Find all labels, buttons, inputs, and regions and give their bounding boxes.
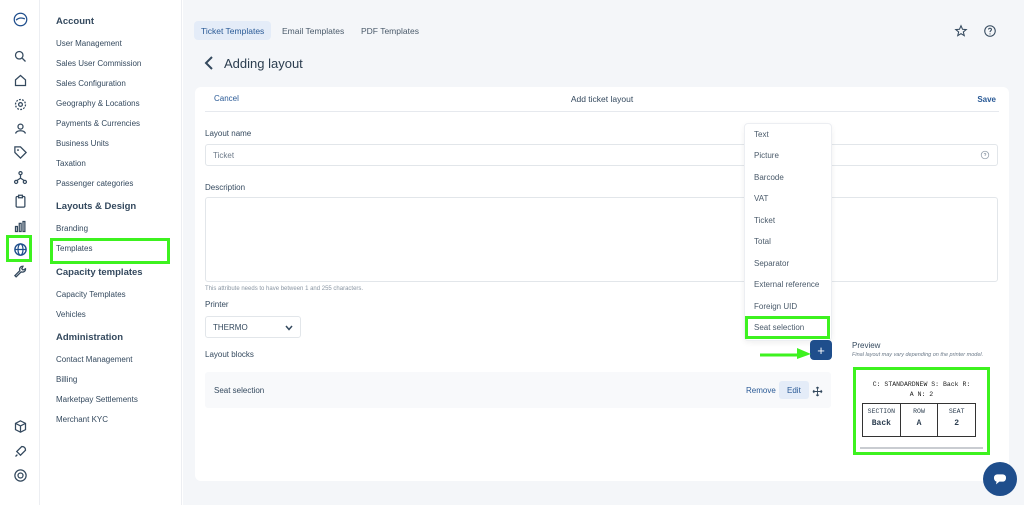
sidebar-item-marketpay[interactable]: Marketpay Settlements bbox=[56, 395, 138, 404]
sidebar-item-contact-management[interactable]: Contact Management bbox=[56, 355, 133, 364]
layout-name-label: Layout name bbox=[205, 129, 252, 138]
menu-item-text[interactable]: Text bbox=[754, 130, 769, 139]
menu-item-total[interactable]: Total bbox=[754, 237, 771, 246]
wrench-icon[interactable] bbox=[9, 261, 31, 283]
section-layouts: Layouts & Design bbox=[56, 201, 137, 212]
network-icon[interactable] bbox=[9, 166, 31, 188]
menu-item-separator[interactable]: Separator bbox=[754, 259, 789, 268]
ticket-preview: C: STANDARDNEW S: Back R: A N: 2 SECTION… bbox=[853, 367, 990, 455]
description-hint: This attribute needs to have between 1 a… bbox=[205, 286, 364, 292]
layout-name-input[interactable]: Ticket bbox=[205, 144, 998, 166]
layout-blocks-label: Layout blocks bbox=[205, 350, 254, 359]
description-label: Description bbox=[205, 183, 246, 192]
preview-header: ROW bbox=[913, 408, 925, 415]
preview-header: SECTION bbox=[867, 408, 895, 415]
preview-line-1: C: STANDARDNEW S: Back R: bbox=[872, 381, 971, 388]
section-capacity: Capacity templates bbox=[56, 267, 143, 278]
preview-separator bbox=[860, 447, 983, 449]
preview-line-2: A N: 2 bbox=[909, 391, 934, 398]
preview-value: A bbox=[916, 419, 922, 428]
printer-select[interactable]: THERMO bbox=[205, 316, 301, 338]
sidebar-item-merchant-kyc[interactable]: Merchant KYC bbox=[56, 415, 108, 424]
sidebar-item-sales-user-commission[interactable]: Sales User Commission bbox=[56, 59, 141, 68]
back-icon[interactable] bbox=[203, 56, 215, 70]
header-divider bbox=[205, 111, 999, 112]
section-administration: Administration bbox=[56, 332, 124, 343]
menu-item-picture[interactable]: Picture bbox=[754, 151, 779, 160]
sidebar: Account User Management Sales User Commi… bbox=[41, 0, 182, 505]
main-area: Ticket Templates Email Templates PDF Tem… bbox=[183, 0, 1024, 505]
printer-value: THERMO bbox=[213, 323, 248, 332]
chevron-down-icon bbox=[285, 324, 293, 332]
preview-note: Final layout may vary depending on the p… bbox=[852, 352, 984, 358]
preview-col-seat: SEAT 2 bbox=[938, 404, 975, 436]
sidebar-item-passenger-categories[interactable]: Passenger categories bbox=[56, 179, 133, 188]
menu-item-vat[interactable]: VAT bbox=[754, 194, 768, 203]
menu-item-external-reference[interactable]: External reference bbox=[754, 280, 819, 289]
layout-name-value: Ticket bbox=[213, 151, 235, 160]
help-icon[interactable] bbox=[983, 24, 997, 38]
menu-item-ticket[interactable]: Ticket bbox=[754, 216, 775, 225]
sidebar-item-vehicles[interactable]: Vehicles bbox=[56, 310, 86, 319]
page-title: Adding layout bbox=[224, 56, 303, 71]
search-icon[interactable] bbox=[9, 45, 31, 67]
sidebar-item-branding[interactable]: Branding bbox=[56, 224, 88, 233]
sidebar-item-payments[interactable]: Payments & Currencies bbox=[56, 119, 140, 128]
arrow-annotation bbox=[759, 346, 813, 360]
block-type-menu: Text Picture Barcode VAT Ticket Total Se… bbox=[744, 123, 832, 341]
preview-title: Preview bbox=[852, 341, 881, 350]
bar-chart-icon[interactable] bbox=[9, 215, 31, 237]
printer-label: Printer bbox=[205, 300, 229, 309]
globe-highlight bbox=[6, 235, 32, 262]
sidebar-item-sales-configuration[interactable]: Sales Configuration bbox=[56, 79, 126, 88]
section-account: Account bbox=[56, 16, 94, 27]
tag-icon[interactable] bbox=[9, 141, 31, 163]
templates-highlight bbox=[50, 238, 170, 264]
gear-icon[interactable] bbox=[9, 93, 31, 115]
preview-header: SEAT bbox=[948, 408, 965, 415]
seat-selection-highlight bbox=[745, 316, 830, 339]
lifebuoy-icon[interactable] bbox=[9, 464, 31, 486]
preview-value: Back bbox=[871, 419, 891, 428]
sidebar-item-capacity-templates[interactable]: Capacity Templates bbox=[56, 290, 126, 299]
chat-icon bbox=[994, 474, 1006, 485]
rocket-icon[interactable] bbox=[9, 440, 31, 462]
clipboard-icon[interactable] bbox=[9, 190, 31, 212]
menu-item-barcode[interactable]: Barcode bbox=[754, 173, 784, 182]
chat-button[interactable] bbox=[983, 462, 1017, 496]
preview-col-row: ROW A bbox=[901, 404, 939, 436]
layout-block-row: Seat selection Remove Edit bbox=[205, 372, 831, 408]
tab-ticket-templates[interactable]: Ticket Templates bbox=[194, 21, 272, 40]
form-header: Add ticket layout bbox=[570, 94, 634, 104]
sidebar-item-billing[interactable]: Billing bbox=[56, 375, 77, 384]
preview-table: SECTION Back ROW A SEAT 2 bbox=[862, 403, 976, 437]
sidebar-item-taxation[interactable]: Taxation bbox=[56, 159, 86, 168]
sidebar-item-geography[interactable]: Geography & Locations bbox=[56, 99, 140, 108]
preview-col-section: SECTION Back bbox=[863, 404, 901, 436]
user-badge-icon[interactable] bbox=[9, 117, 31, 139]
tab-email-templates[interactable]: Email Templates bbox=[275, 21, 351, 40]
description-textarea[interactable] bbox=[205, 197, 998, 282]
help-icon bbox=[980, 150, 990, 160]
add-block-button[interactable]: + bbox=[810, 340, 832, 360]
sidebar-item-user-management[interactable]: User Management bbox=[56, 39, 122, 48]
tab-pdf-templates[interactable]: PDF Templates bbox=[354, 21, 426, 40]
preview-value: 2 bbox=[954, 419, 960, 428]
logo-icon[interactable] bbox=[9, 8, 31, 30]
remove-button[interactable]: Remove bbox=[746, 386, 776, 395]
cube-icon[interactable] bbox=[9, 415, 31, 437]
icon-rail bbox=[0, 0, 40, 505]
home-icon[interactable] bbox=[9, 69, 31, 91]
menu-item-foreign-uid[interactable]: Foreign UID bbox=[754, 302, 797, 311]
sidebar-item-business-units[interactable]: Business Units bbox=[56, 139, 109, 148]
drag-handle-icon[interactable] bbox=[812, 384, 823, 397]
save-button[interactable]: Save bbox=[977, 95, 996, 104]
edit-button[interactable]: Edit bbox=[779, 381, 809, 399]
star-icon[interactable] bbox=[954, 24, 968, 38]
block-name: Seat selection bbox=[214, 386, 265, 395]
